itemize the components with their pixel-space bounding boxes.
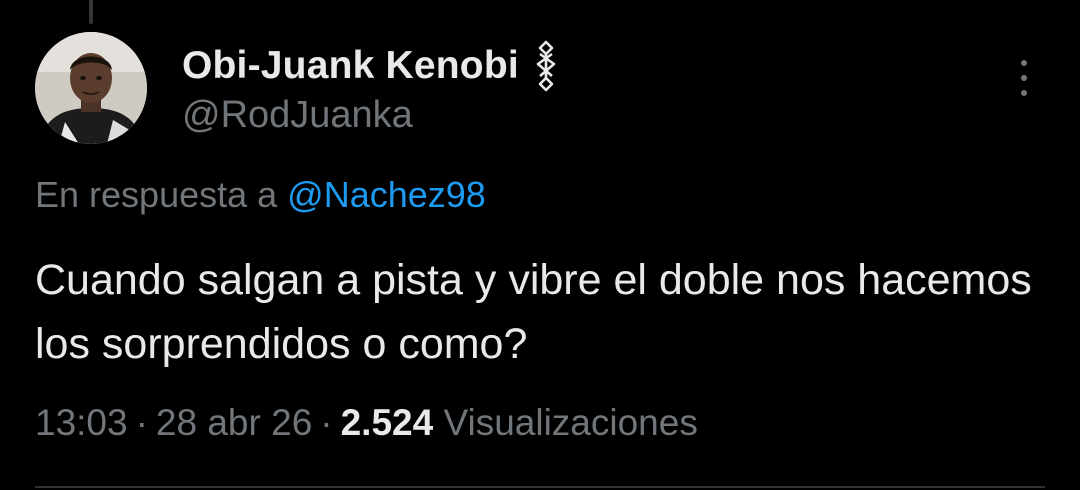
reply-mention-link[interactable]: @Nachez98 (287, 174, 486, 215)
meta-separator: · (135, 402, 148, 443)
author-name-row: Obi-Juank Kenobi (182, 40, 561, 92)
views-count[interactable]: 2.524 (341, 402, 434, 443)
views-label[interactable]: Visualizaciones (443, 402, 697, 443)
reply-context-prefix: En respuesta a (35, 174, 278, 215)
tweet-date[interactable]: 28 abr 26 (156, 402, 312, 443)
tweet-time[interactable]: 13:03 (35, 402, 128, 443)
sword-symbol-icon (531, 40, 561, 92)
tweet-text: Cuando salgan a pista y vibre el doble n… (35, 256, 1032, 368)
more-options-button[interactable] (1008, 56, 1040, 100)
more-vertical-icon-dot-2 (1021, 75, 1027, 81)
reply-context: En respuesta a @Nachez98 (35, 174, 486, 216)
divider (35, 486, 1045, 488)
avatar[interactable] (35, 32, 147, 144)
author-handle[interactable]: @RodJuanka (182, 94, 413, 137)
meta-separator: · (320, 402, 333, 443)
more-vertical-icon (1021, 60, 1027, 66)
avatar-image (35, 32, 147, 144)
tweet-meta: 13:03 · 28 abr 26 · 2.524 Visualizaciones (35, 402, 698, 444)
thread-connector-line (89, 0, 93, 24)
more-vertical-icon-dot-3 (1021, 90, 1027, 96)
author-display-name[interactable]: Obi-Juank Kenobi (182, 44, 519, 88)
